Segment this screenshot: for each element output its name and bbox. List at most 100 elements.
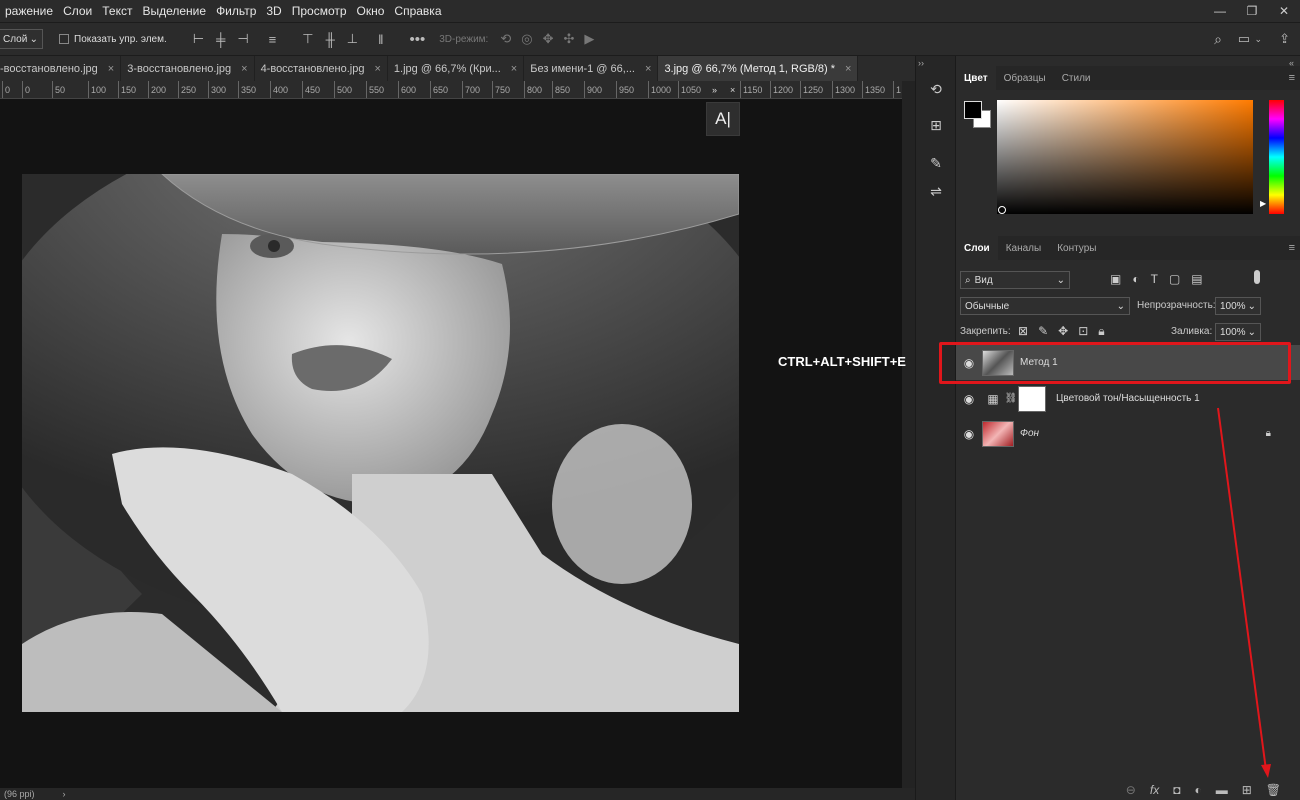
lock-position-icon[interactable]: ✥ [1058, 324, 1068, 339]
search-icon: ⌕ [965, 274, 971, 286]
close-icon[interactable]: × [645, 63, 651, 75]
fx-icon[interactable]: fx [1150, 783, 1159, 797]
layer-filter-select[interactable]: ⌕ Вид ⌄ [960, 271, 1070, 289]
more-options-icon[interactable]: ••• [409, 31, 425, 48]
close-icon[interactable]: × [730, 85, 735, 95]
filter-smart-object-icon[interactable]: ▤ [1191, 272, 1202, 286]
collapse-dock-icon[interactable]: ›› [918, 58, 924, 68]
3d-slide-icon[interactable]: ✣ [563, 31, 574, 47]
hue-slider-marker-icon[interactable]: ▶ [1260, 199, 1266, 208]
tab-document-3[interactable]: 4-восстановлено.jpg × [254, 56, 388, 81]
link-layers-icon[interactable]: ⊖ [1126, 783, 1136, 797]
menu-window[interactable]: Окно [352, 4, 390, 18]
ruler-tick-mark [398, 81, 399, 98]
brush-settings-icon[interactable]: ✎ [925, 152, 947, 174]
distribute-h-icon[interactable]: ≡ [269, 32, 277, 47]
tab-color[interactable]: Цвет [956, 66, 996, 90]
adjustments-icon[interactable]: ⇌ [925, 180, 947, 202]
minimize-icon[interactable]: — [1204, 0, 1236, 22]
ruler-tick-label: 350 [241, 85, 257, 95]
layer-select[interactable]: Слой ⌄ [0, 29, 43, 49]
3d-orbit-icon[interactable]: ⟲ [500, 31, 511, 47]
menu-help[interactable]: Справка [389, 4, 446, 18]
lock-transparent-icon[interactable]: ⊠ [1018, 324, 1028, 339]
tab-document-active[interactable]: 3.jpg @ 66,7% (Метод 1, RGB/8) * × [658, 56, 859, 81]
new-group-icon[interactable]: ▬ [1216, 783, 1228, 797]
lock-artboard-icon[interactable]: ⊡ [1078, 324, 1088, 339]
search-icon[interactable]: ⌕ [1214, 31, 1222, 48]
layer-row-hue-saturation[interactable]: ◉ ▦ ⛓ Цветовой тон/Насыщенность 1 [956, 381, 1300, 416]
align-left-icon[interactable]: ⊢ [193, 31, 204, 47]
filter-shape-icon[interactable]: ▢ [1169, 272, 1180, 286]
panel-menu-icon[interactable]: ≡ [1289, 72, 1295, 84]
libraries-icon[interactable]: ⊞ [925, 114, 947, 136]
layers-bottom-toolbar: ⊖ fx ◘ ◐ ▬ ⊞ 🗑︎ [956, 780, 1300, 800]
menu-select[interactable]: Выделение [137, 4, 211, 18]
hue-slider[interactable] [1269, 100, 1284, 214]
close-icon[interactable]: × [374, 63, 380, 75]
distribute-v-icon[interactable]: ‖ [378, 32, 383, 47]
workspace-chevron-icon[interactable]: ⌄ [1254, 34, 1262, 45]
restore-icon[interactable]: ❐ [1236, 0, 1268, 22]
align-bottom-icon[interactable]: ⊥ [347, 31, 358, 47]
tab-paths[interactable]: Контуры [1049, 236, 1104, 260]
color-spectrum-field[interactable] [997, 100, 1253, 214]
close-icon[interactable]: × [845, 63, 851, 75]
tab-document-2[interactable]: 3-восстановлено.jpg × [121, 56, 255, 81]
tab-channels[interactable]: Каналы [998, 236, 1050, 260]
filter-adjustment-icon[interactable]: ◐ [1132, 272, 1139, 286]
tab-document-5[interactable]: Без имени-1 @ 66,... × [524, 56, 659, 81]
3d-roll-icon[interactable]: ◎ [521, 31, 532, 47]
ruler-tick-mark [366, 81, 367, 98]
chevron-right-icon[interactable]: › [63, 789, 66, 799]
align-center-h-icon[interactable]: ╪ [216, 32, 225, 47]
close-icon[interactable]: ✕ [1268, 0, 1300, 22]
tab-document-1[interactable]: -восстановлено.jpg × [0, 56, 122, 81]
eye-icon[interactable]: ◉ [956, 427, 982, 441]
close-icon[interactable]: × [241, 63, 247, 75]
filter-toggle-switch[interactable] [1254, 270, 1260, 284]
lock-all-icon[interactable]: 🔒︎ [1098, 324, 1104, 339]
tab-styles[interactable]: Стили [1054, 66, 1099, 90]
3d-camera-icon[interactable]: ▶ [584, 31, 594, 47]
history-icon[interactable]: ⟲ [925, 78, 947, 100]
filter-type-icon[interactable]: T [1151, 272, 1158, 286]
opacity-field[interactable]: 100% ⌄ [1215, 297, 1261, 315]
tab-document-4[interactable]: 1.jpg @ 66,7% (Кри... × [387, 56, 525, 81]
fill-field[interactable]: 100% ⌄ [1215, 323, 1261, 341]
filter-pixel-icon[interactable]: ▣ [1110, 272, 1121, 286]
align-middle-icon[interactable]: ╫ [326, 32, 335, 47]
lock-icon: 🔒︎ [1265, 428, 1271, 439]
new-adjustment-icon[interactable]: ◐ [1194, 783, 1201, 797]
blend-mode-select[interactable]: Обычные ⌄ [960, 297, 1130, 315]
workspace-icon[interactable]: ▭ [1238, 31, 1250, 47]
menu-image[interactable]: ражение [0, 4, 58, 18]
menu-text[interactable]: Текст [97, 4, 137, 18]
menu-view[interactable]: Просмотр [287, 4, 352, 18]
vertical-scrollbar[interactable] [902, 81, 915, 788]
tab-layers[interactable]: Слои [956, 236, 998, 260]
trash-icon[interactable]: 🗑︎ [1266, 783, 1281, 797]
layer-row-background[interactable]: ◉ Фон 🔒︎ [956, 416, 1300, 451]
panel-menu-icon[interactable]: ≡ [1289, 242, 1295, 254]
tab-swatches[interactable]: Образцы [996, 66, 1054, 90]
share-icon[interactable]: ⇪ [1279, 31, 1290, 47]
chevron-right-icon[interactable]: » [712, 85, 717, 95]
canvas-image[interactable] [22, 174, 739, 712]
menu-layers[interactable]: Слои [58, 4, 97, 18]
show-controls-checkbox[interactable] [59, 34, 69, 44]
menu-filter[interactable]: Фильтр [211, 4, 261, 18]
new-layer-icon[interactable]: ⊞ [1242, 783, 1252, 797]
close-icon[interactable]: × [108, 63, 114, 75]
add-mask-icon[interactable]: ◘ [1173, 783, 1180, 797]
align-right-icon[interactable]: ⊣ [237, 31, 248, 47]
color-picker-cursor[interactable] [998, 206, 1006, 214]
3d-drag-icon[interactable]: ✥ [543, 31, 554, 47]
close-icon[interactable]: × [511, 63, 517, 75]
foreground-color-swatch[interactable] [964, 101, 982, 119]
lock-pixels-icon[interactable]: ✎ [1038, 324, 1048, 339]
chain-link-icon[interactable]: ⛓ [1004, 393, 1018, 404]
align-top-icon[interactable]: ⊤ [302, 31, 313, 47]
menu-3d[interactable]: 3D [261, 4, 286, 18]
eye-icon[interactable]: ◉ [956, 392, 982, 406]
